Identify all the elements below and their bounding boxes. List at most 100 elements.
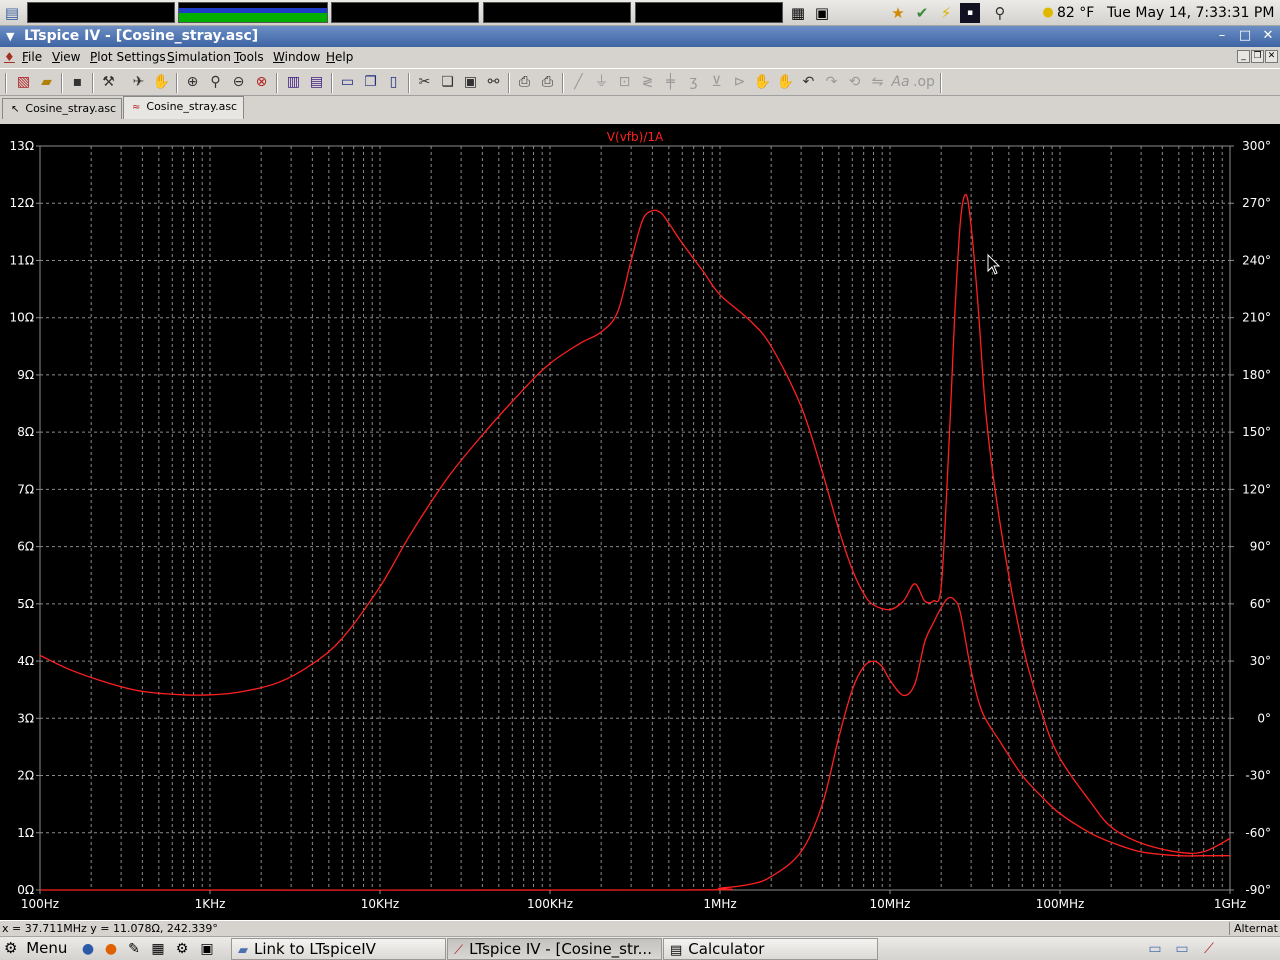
toolbar-separator [276,73,278,93]
zoom-in-icon[interactable]: ⊕ [182,72,203,93]
undo-icon[interactable]: ↶ [798,72,819,93]
zoom-area-icon[interactable]: ⚲ [205,72,226,93]
y-right-tick-label: 60° [1250,597,1271,611]
mdi-close-icon[interactable]: ✕ [1265,50,1278,63]
shield-check-icon[interactable]: ✔ [912,3,932,23]
rotate-icon: ⟲ [848,74,861,90]
menu-help[interactable]: Help [326,50,353,64]
waveform-plot-pane[interactable]: 100Hz 1KHz 10KHz 100KHz 1MHz 10MHz 100MHz 1GHz 0… [0,120,1280,920]
menu-plot-settings[interactable]: Plot Settings [90,50,166,64]
phase-trace[interactable] [39,596,1230,891]
power-icon[interactable]: ⚡ [936,3,956,23]
trace-title[interactable]: V(vfb)/1A [607,130,664,144]
menu-simulation[interactable]: Simulation [167,50,231,64]
app-launcher-icon[interactable]: ▤ [2,3,22,23]
new-schematic-icon[interactable]: ▧ [13,72,34,93]
menu-view[interactable]: View [52,50,80,64]
print-setup-icon[interactable]: ⎙ [514,72,535,93]
y-right-tick-label: -90° [1245,883,1271,897]
cascade-icon[interactable]: ❐ [360,72,381,93]
tile-vertical-icon[interactable]: ▯ [383,72,404,93]
copy-icon[interactable]: ❏ [437,72,458,93]
load-monitor-applet[interactable] [635,2,783,23]
diode-icon: ⊻ [711,74,722,90]
x-tick-label: 1MHz [703,897,736,911]
paste-icon[interactable]: ▣ [460,72,481,93]
hardware-icon[interactable]: ▦ [788,3,808,23]
swap-monitor-applet[interactable] [483,2,631,23]
task-link-ltspice[interactable]: ▰ Link to LTspiceIV [231,938,446,960]
start-menu-button[interactable]: ⚙ Menu [4,939,67,959]
thunderbird-icon[interactable]: ● [78,939,98,959]
task-label: LTspice IV - [Cosine_str... [469,940,652,958]
find-icon[interactable]: ⚯ [483,72,504,93]
network-monitor-applet[interactable] [331,2,479,23]
mdi-restore-icon[interactable]: ❐ [1251,50,1264,63]
halt-icon[interactable]: ✋ [151,72,172,93]
print-icon[interactable]: ⎙ [537,72,558,93]
menu-file[interactable]: File [22,50,42,64]
run-icon[interactable]: ✈ [128,72,149,93]
resistor-icon: ≷ [641,74,654,90]
y-left-tick-label: 9Ω [17,368,34,382]
memory-monitor-applet[interactable] [178,2,328,23]
weather-sun-icon: ● [1042,5,1054,20]
maximize-icon[interactable]: □ [1237,28,1253,44]
y-left-tick-label: 13Ω [10,139,34,153]
ltspice-icon: ⟋ [454,943,464,958]
menu-tools[interactable]: Tools [234,50,264,64]
manual-range-icon[interactable]: ▤ [306,72,327,93]
status-mode: Alternat [1228,922,1278,935]
toolbar-separator [176,73,178,93]
task-ltspice[interactable]: ⟋ LTspice IV - [Cosine_str... [447,938,662,960]
window-title-bar[interactable]: ▼ LTspice IV - [Cosine_stray.asc] – □ ✕ [0,26,1280,47]
settings-icon[interactable]: ⚙ [172,939,192,959]
mdi-minimize-icon[interactable]: _ [1237,50,1250,63]
save-icon[interactable]: ▪ [67,72,88,93]
tab-waveform[interactable]: ≈ Cosine_stray.asc [123,96,244,119]
toolbar-separator [5,73,7,93]
workspace-1-icon[interactable]: ▭ [1145,939,1165,959]
magnitude-trace[interactable] [39,193,1231,854]
toolbar-separator [508,73,510,93]
search-icon[interactable]: ⚲ [990,3,1010,23]
star-icon[interactable]: ★ [888,3,908,23]
document-tab-bar: ↖ Cosine_stray.asc ≈ Cosine_stray.asc [0,96,1280,120]
workspace-3-icon[interactable]: ⟋ [1199,939,1219,959]
cpu-monitor-applet[interactable] [27,2,175,23]
cut-icon[interactable]: ✂ [414,72,435,93]
menu-window[interactable]: Window [273,50,320,64]
task-calculator[interactable]: ▤ Calculator [663,938,878,960]
open-file-icon[interactable]: ▰ [36,72,57,93]
tile-horizontal-icon[interactable]: ▭ [337,72,358,93]
close-icon[interactable]: ✕ [1260,28,1276,44]
mouse-cursor-icon [987,253,1001,275]
clock[interactable]: Tue May 14, 7:33:31 PM [1107,5,1274,21]
weather-temperature[interactable]: 82 °F [1057,5,1094,21]
window-menu-icon[interactable]: ▼ [6,30,14,43]
calculator-launcher-icon[interactable]: ▦ [148,939,168,959]
zoom-out-icon[interactable]: ⊖ [228,72,249,93]
control-panel-icon[interactable]: ⚒ [98,72,119,93]
workspace-2-icon[interactable]: ▭ [1172,939,1192,959]
minimize-icon[interactable]: – [1214,28,1230,44]
drive-icon[interactable]: ▣ [812,3,832,23]
y-right-tick-label: 270° [1242,196,1271,210]
app-tray-icon[interactable]: ▪ [960,3,980,23]
y-right-tick-label: -30° [1245,769,1271,783]
task-label: Link to LTspiceIV [254,940,376,958]
tab-schematic[interactable]: ↖ Cosine_stray.asc [2,98,122,119]
zoom-fit-icon[interactable]: ⊗ [251,72,272,93]
system-top-panel: ▤ ▦ ▣ ★ ✔ ⚡ ▪ ⚲ ● 82 °F Tue May 14, 7:33… [0,0,1280,26]
terminal-icon[interactable]: ▣ [197,939,217,959]
x-tick-label: 1GHz [1214,897,1246,911]
y-right-tick-label: 180° [1242,368,1271,382]
firefox-icon[interactable]: ● [101,939,121,959]
cursor-readout: x = 37.711MHz y = 11.078Ω, 242.339° [2,922,218,935]
app-menu-icon[interactable]: ♦ [4,50,15,64]
autorange-icon[interactable]: ▥ [283,72,304,93]
text-editor-icon[interactable]: ✎ [124,939,144,959]
tab-label: Cosine_stray.asc [25,102,117,115]
bode-plot[interactable]: 100Hz 1KHz 10KHz 100KHz 1MHz 10MHz 100MHz 1GHz 0… [0,124,1280,920]
x-tick-label: 100KHz [527,897,573,911]
